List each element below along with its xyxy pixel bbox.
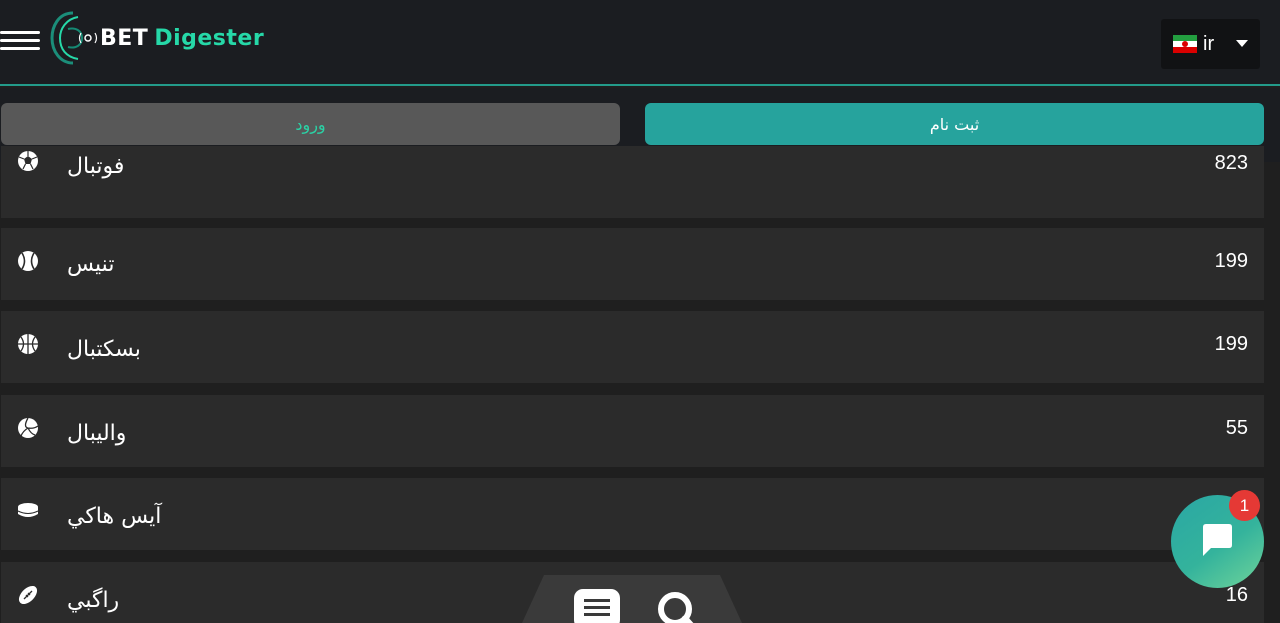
rugby-ball-icon [18, 585, 38, 605]
bottom-nav [522, 575, 742, 623]
logo-mark-icon [50, 11, 98, 65]
logo-text: BET Digester [100, 26, 264, 51]
basketball-icon [18, 334, 38, 354]
register-button[interactable]: ثبت نام [645, 103, 1264, 145]
soccer-ball-icon [18, 151, 38, 171]
sport-count: 55 [1225, 417, 1248, 439]
sport-row-football[interactable]: فوتبال 823 [1, 146, 1264, 218]
login-button[interactable]: ورود [1, 103, 620, 145]
sport-row-basketball[interactable]: بسکتبال 199 [1, 311, 1264, 383]
hockey-puck-icon [17, 503, 39, 517]
sport-name: بسکتبال [67, 337, 141, 362]
tennis-ball-icon [18, 251, 38, 271]
sport-name: راگبي [67, 588, 120, 613]
notification-badge: 1 [1229, 490, 1260, 521]
sport-row-tennis[interactable]: تنیس 199 [1, 228, 1264, 300]
list-menu-icon[interactable] [574, 589, 620, 623]
sport-count: 199 [1214, 250, 1248, 272]
sport-name: آيس هاكي [67, 504, 162, 529]
sport-count: 823 [1214, 152, 1248, 174]
top-header: BET Digester ir [0, 0, 1280, 86]
language-selector[interactable]: ir [1161, 19, 1260, 69]
sport-name: فوتبال [67, 154, 125, 179]
menu-icon[interactable] [0, 29, 40, 53]
sport-row-ice-hockey[interactable]: آيس هاكي [1, 478, 1264, 550]
volleyball-icon [18, 417, 39, 438]
logo-bet-text: BET [100, 25, 149, 51]
sport-name: والیبال [67, 421, 127, 446]
site-logo[interactable]: BET Digester [48, 8, 264, 68]
caret-down-icon [1236, 40, 1248, 47]
language-code: ir [1203, 32, 1215, 55]
iran-flag-icon [1173, 35, 1197, 53]
sport-name: تنیس [67, 252, 115, 277]
sport-count: 199 [1214, 333, 1248, 355]
logo-digester-text: Digester [154, 25, 265, 51]
sport-row-volleyball[interactable]: والیبال 55 [1, 395, 1264, 467]
